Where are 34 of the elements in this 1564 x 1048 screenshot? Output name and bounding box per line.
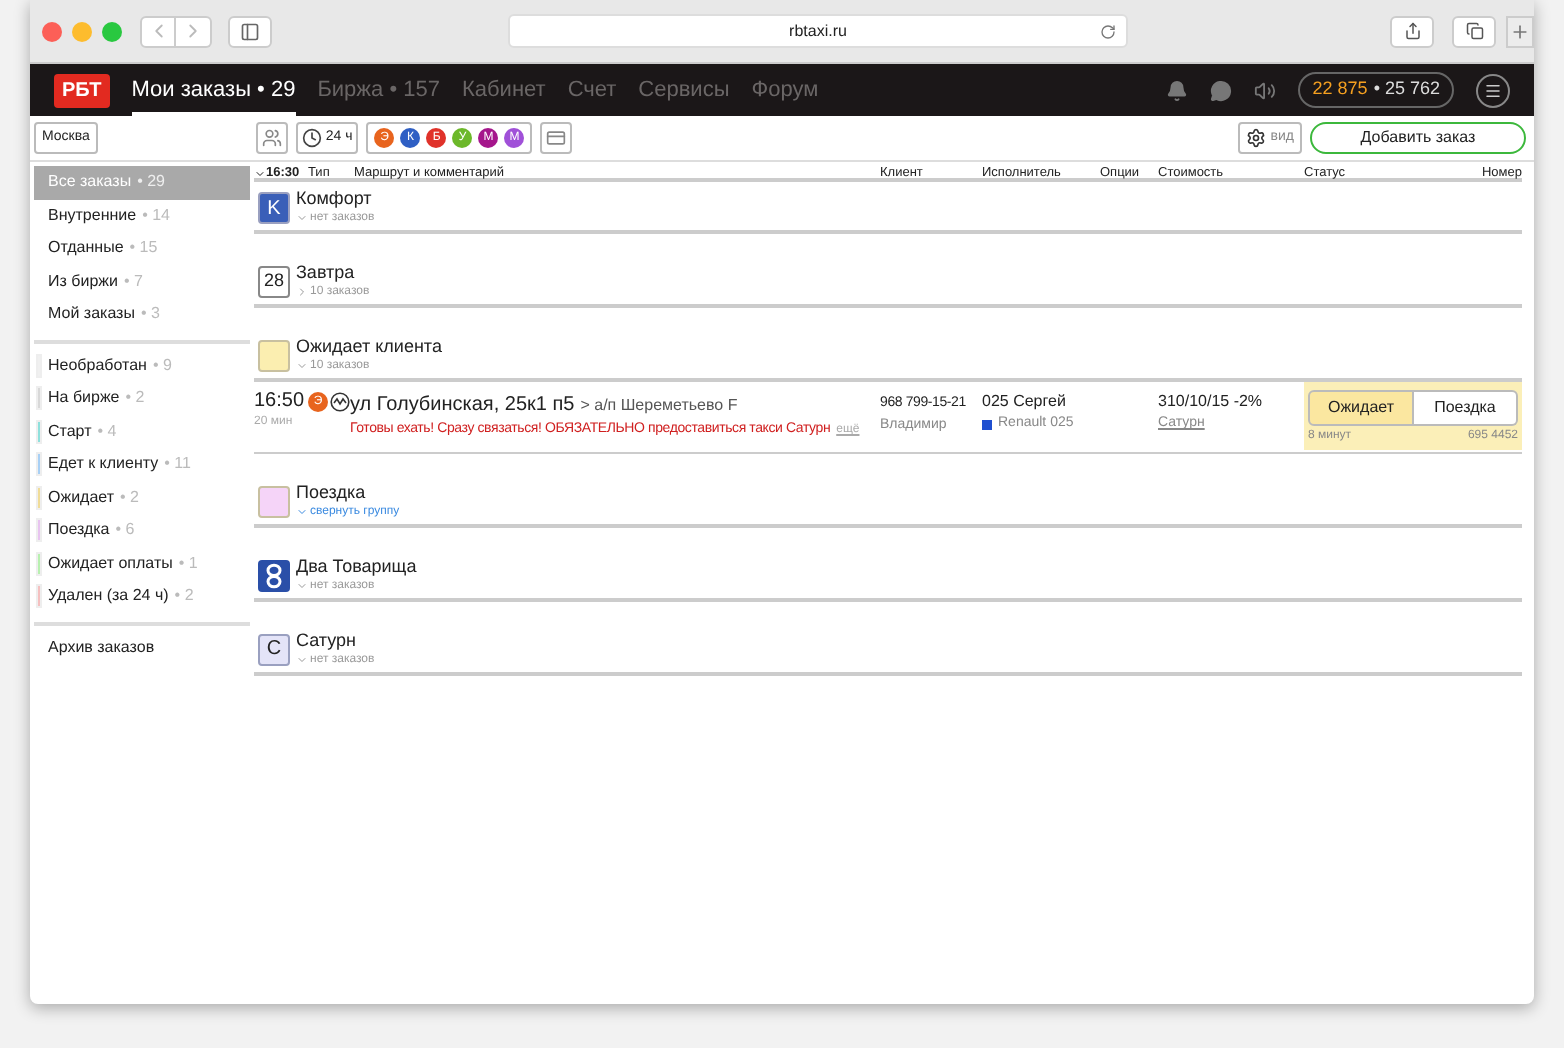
sidebar-item[interactable]: Ожидает • 2 xyxy=(34,481,250,514)
status-button[interactable]: Ожидает xyxy=(1308,390,1414,426)
group-title: Комфорт xyxy=(296,188,374,208)
calendar-icon: 28 xyxy=(258,266,290,298)
sidebar-item[interactable]: Едет к клиенту • 11 xyxy=(34,448,250,481)
nav-tab[interactable]: Мои заказы • 29 xyxy=(131,64,296,116)
sidebar-item[interactable]: Необработан • 9 xyxy=(34,349,250,382)
group-title: Завтра xyxy=(296,262,357,282)
group-title: Поездка xyxy=(296,481,368,501)
sidebar-item[interactable]: Поездка • 6 xyxy=(34,514,250,547)
sidebar-item[interactable]: Удален (за 24 ч) • 2 xyxy=(34,580,250,613)
group-title: Сатурн xyxy=(296,629,359,649)
pickup-address: ул Голубинская, 25к1 п5 xyxy=(350,392,575,420)
sidebar-item[interactable]: Внутренние • 14 xyxy=(34,199,250,232)
group-letter-icon: C xyxy=(258,633,290,665)
order-price: 310/10/15 -2% xyxy=(1158,390,1263,414)
sidebar-item[interactable]: Ожидает оплаты • 1 xyxy=(34,547,250,580)
driver-name: 025 Сергей xyxy=(982,390,1066,414)
balance-pill[interactable]: 22 875 • 25 762 xyxy=(1298,72,1454,108)
status-button[interactable]: Поездка xyxy=(1414,390,1518,426)
sidebar-item[interactable]: Мой заказы • 3 xyxy=(34,298,250,331)
sidebar-item[interactable]: Из биржи • 7 xyxy=(34,265,250,298)
group-title: Ожидает клиента xyxy=(296,336,442,356)
address-bar[interactable]: rbtaxi.ru xyxy=(508,14,1128,48)
group-letter-icon: K xyxy=(258,192,290,224)
group-title: Два Товарища xyxy=(296,555,417,575)
logo[interactable]: РБТ xyxy=(54,73,110,107)
order-time: 16:50 xyxy=(254,390,307,414)
sidebar-item[interactable]: На бирже • 2 xyxy=(34,382,250,415)
sidebar-item[interactable]: Старт • 4 xyxy=(34,415,250,448)
add-order-button[interactable]: Добавить заказ xyxy=(1310,122,1526,154)
sidebar-item[interactable]: Отданные • 15 xyxy=(34,232,250,265)
destination-address: > а/п Шереметьево F xyxy=(580,394,738,418)
sidebar-item[interactable]: Архив заказов xyxy=(34,631,250,664)
